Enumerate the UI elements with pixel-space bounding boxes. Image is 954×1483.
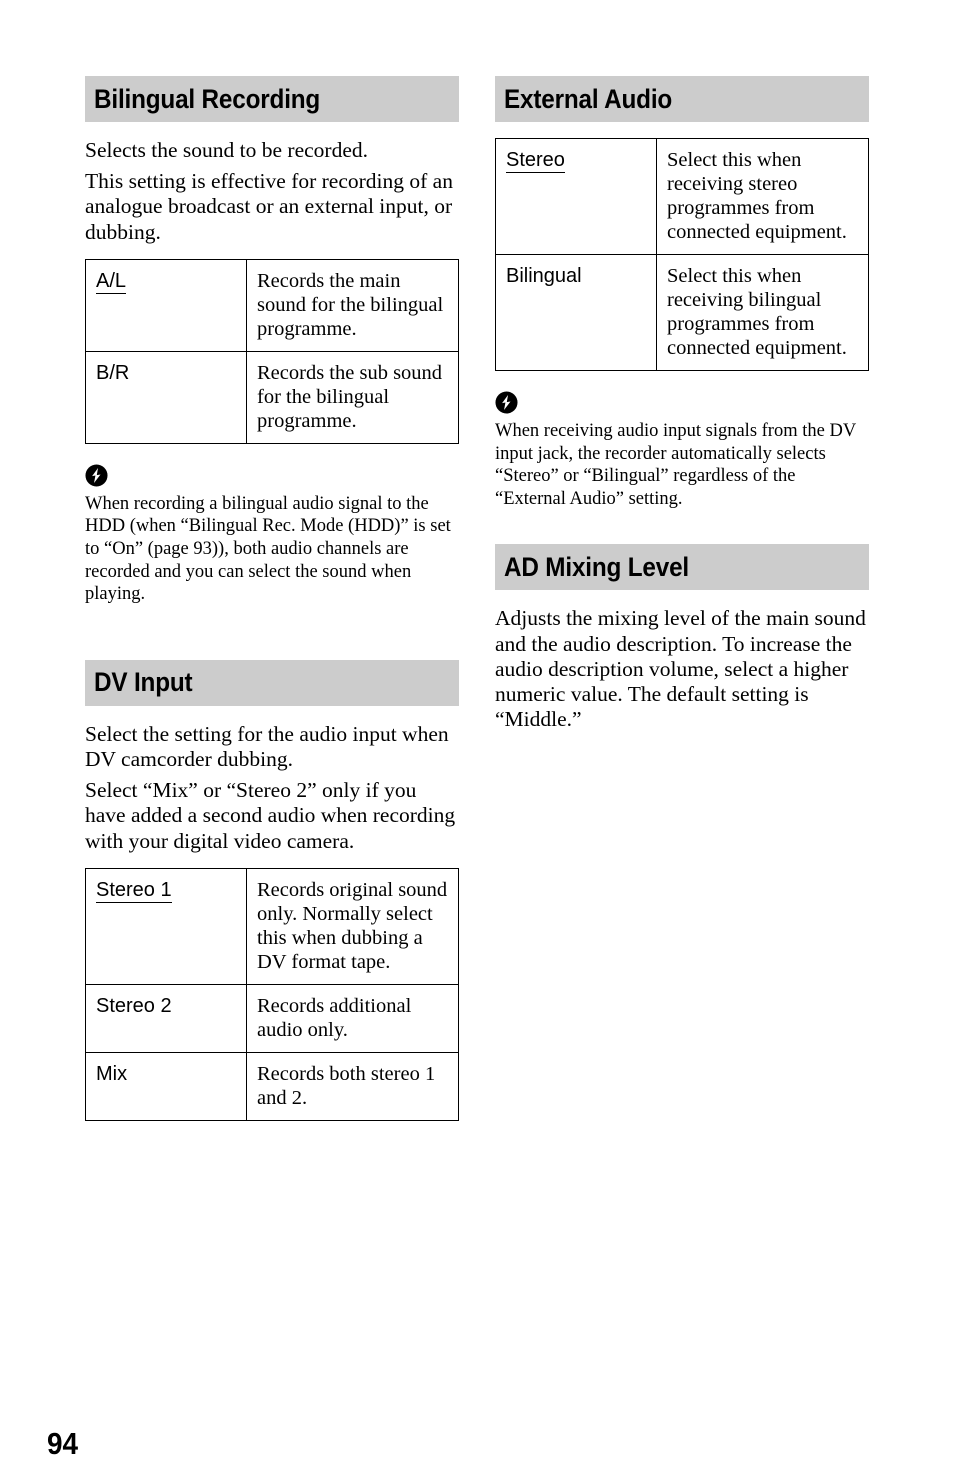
table-row: B/R Records the sub sound for the biling… bbox=[85, 350, 459, 444]
section-heading-label: Bilingual Recording bbox=[94, 83, 321, 114]
table-cell-key: Mix bbox=[85, 1051, 247, 1121]
table-cell-value: Records additional audio only. bbox=[246, 983, 459, 1053]
section-heading-bilingual-recording: Bilingual Recording bbox=[85, 76, 459, 122]
table-cell-key: A/L bbox=[85, 258, 247, 352]
note-text: When receiving audio input signals from … bbox=[495, 421, 856, 509]
table-cell-value: Select this when receiving stereo progra… bbox=[656, 138, 869, 255]
table-row: Mix Records both stereo 1 and 2. bbox=[85, 1051, 459, 1121]
section-external-audio: External Audio Stereo Select this when r… bbox=[495, 76, 869, 510]
settings-table-external-audio: Stereo Select this when receiving stereo… bbox=[495, 138, 869, 371]
section-heading-external-audio: External Audio bbox=[495, 76, 869, 122]
option-label-default: Stereo 1 bbox=[96, 878, 172, 903]
manual-page: Bilingual Recording Selects the sound to… bbox=[0, 0, 954, 1483]
section-heading-label: AD Mixing Level bbox=[504, 551, 689, 582]
left-column: Bilingual Recording Selects the sound to… bbox=[85, 76, 459, 1121]
note-text: When recording a bilingual audio signal … bbox=[85, 493, 451, 605]
table-row: Stereo 2 Records additional audio only. bbox=[85, 983, 459, 1053]
section-ad-mixing-level: AD Mixing Level Adjusts the mixing level… bbox=[495, 544, 869, 732]
page-number: 94 bbox=[47, 1426, 79, 1461]
note-block: When recording a bilingual audio signal … bbox=[85, 464, 459, 606]
table-cell-key: Stereo 2 bbox=[85, 983, 247, 1053]
table-row: Bilingual Select this when receiving bil… bbox=[495, 254, 869, 371]
right-column: External Audio Stereo Select this when r… bbox=[495, 76, 869, 738]
section-heading-label: DV Input bbox=[94, 667, 193, 698]
section-bilingual-recording: Bilingual Recording Selects the sound to… bbox=[85, 76, 459, 606]
option-label-default: Stereo bbox=[506, 149, 565, 173]
table-cell-key: Bilingual bbox=[495, 254, 657, 371]
table-cell-value: Records the sub sound for the bilingual … bbox=[246, 350, 459, 444]
section-heading-ad-mixing-level: AD Mixing Level bbox=[495, 544, 869, 591]
note-block: When receiving audio input signals from … bbox=[495, 391, 869, 510]
section-heading-label: External Audio bbox=[504, 83, 673, 114]
table-cell-value: Records both stereo 1 and 2. bbox=[246, 1051, 459, 1121]
settings-table-dv-input: Stereo 1 Records original sound only. No… bbox=[85, 867, 459, 1121]
table-cell-key: Stereo bbox=[495, 138, 657, 255]
section-dv-input: DV Input Select the setting for the audi… bbox=[85, 659, 459, 1121]
paragraph: Adjusts the mixing level of the main sou… bbox=[495, 606, 866, 732]
table-cell-value: Select this when receiving bilingual pro… bbox=[656, 254, 869, 371]
settings-table-bilingual-recording: A/L Records the main sound for the bilin… bbox=[85, 258, 459, 444]
table-row: Stereo Select this when receiving stereo… bbox=[495, 138, 869, 255]
table-row: Stereo 1 Records original sound only. No… bbox=[85, 867, 459, 985]
paragraph: Selects the sound to be recorded. bbox=[85, 138, 368, 162]
table-row: A/L Records the main sound for the bilin… bbox=[85, 258, 459, 352]
option-label-default: A/L bbox=[96, 269, 127, 294]
note-lightning-icon bbox=[85, 464, 108, 487]
table-cell-key: B/R bbox=[85, 350, 247, 444]
paragraph: Select “Mix” or “Stereo 2” only if you h… bbox=[85, 778, 456, 853]
table-cell-value: Records original sound only. Normally se… bbox=[246, 867, 459, 985]
paragraph: Select the setting for the audio input w… bbox=[85, 721, 449, 771]
section-heading-dv-input: DV Input bbox=[85, 659, 459, 706]
note-lightning-icon bbox=[495, 391, 518, 414]
table-cell-key: Stereo 1 bbox=[85, 867, 247, 985]
paragraph: This setting is effective for recording … bbox=[85, 169, 453, 244]
table-cell-value: Records the main sound for the bilingual… bbox=[246, 258, 459, 352]
